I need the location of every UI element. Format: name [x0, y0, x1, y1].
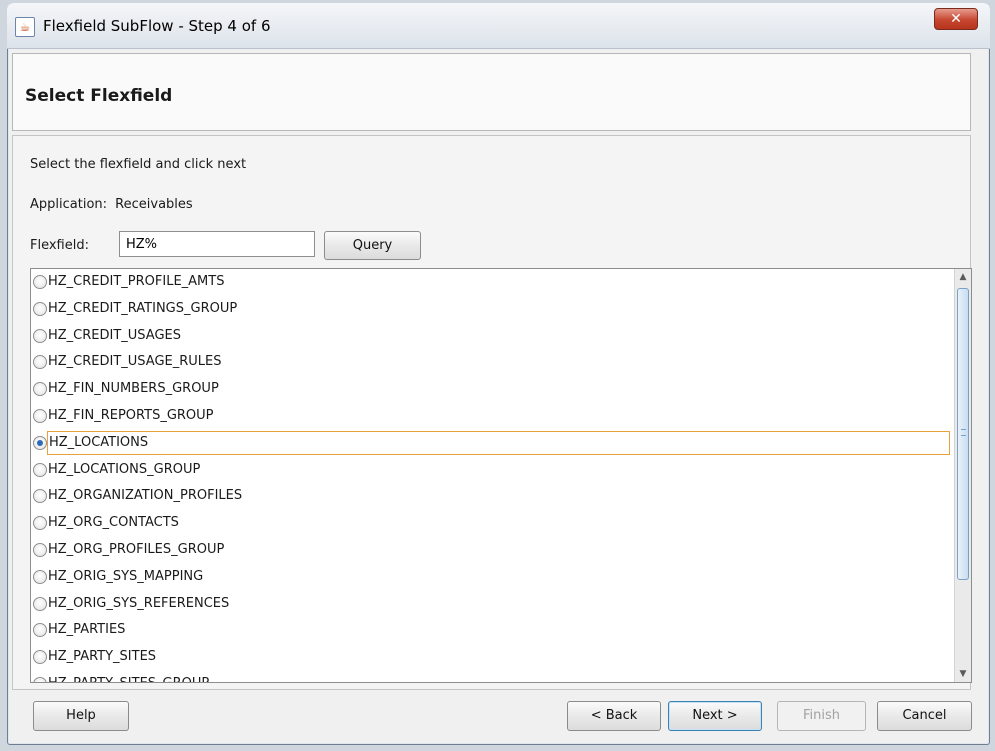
application-label: Application:	[30, 197, 108, 212]
list-item[interactable]: HZ_ORIG_SYS_MAPPING	[31, 564, 961, 590]
radio-button[interactable]	[33, 516, 47, 531]
close-icon: ✕	[950, 11, 962, 27]
flexfield-input[interactable]	[119, 231, 315, 257]
radio-button[interactable]	[33, 355, 47, 370]
list-item[interactable]: HZ_PARTIES	[31, 617, 961, 643]
application-info: Application: Receivables	[30, 197, 193, 212]
list-item-label: HZ_FIN_REPORTS_GROUP	[48, 408, 214, 423]
scroll-thumb[interactable]	[957, 288, 969, 580]
chevron-up-icon[interactable]: ▲	[955, 269, 971, 285]
scroll-grip-icon	[961, 429, 966, 436]
close-button[interactable]: ✕	[934, 8, 978, 30]
list-item-label: HZ_ORGANIZATION_PROFILES	[48, 488, 243, 504]
list-item-label: HZ_PARTY_SITES_GROUP	[48, 671, 209, 682]
cancel-button[interactable]: Cancel	[877, 701, 972, 731]
list-item-label: HZ_ORG_PROFILES_GROUP	[48, 542, 225, 557]
list-item[interactable]: HZ_CREDIT_PROFILE_AMTS	[31, 269, 961, 295]
list-item-label: HZ_FIN_NUMBERS_GROUP	[48, 381, 219, 397]
radio-button[interactable]	[33, 328, 47, 343]
list-item-label: HZ_CREDIT_PROFILE_AMTS	[48, 274, 225, 289]
title-bar: ☕ Flexfield SubFlow - Step 4 of 6 ✕	[7, 3, 990, 49]
application-value: Receivables	[115, 197, 193, 212]
list-item-label: HZ_PARTY_SITES	[48, 649, 157, 665]
list-item-label: HZ_LOCATIONS	[47, 430, 950, 455]
page-title: Select Flexfield	[25, 86, 173, 106]
list-item-label: HZ_ORG_CONTACTS	[48, 515, 179, 531]
radio-button[interactable]	[33, 435, 47, 450]
flexfield-label: Flexfield:	[30, 238, 89, 253]
radio-button[interactable]	[33, 569, 47, 584]
back-button[interactable]: < Back	[567, 701, 661, 731]
finish-button: Finish	[777, 701, 866, 731]
list-item[interactable]: HZ_FIN_REPORTS_GROUP	[31, 403, 961, 429]
vertical-scrollbar[interactable]: ▲ ▼	[954, 269, 971, 682]
help-button[interactable]: Help	[33, 701, 129, 731]
list-item-label: HZ_ORIG_SYS_MAPPING	[48, 568, 204, 584]
list-item[interactable]: HZ_ORG_CONTACTS	[31, 510, 961, 536]
list-item[interactable]: HZ_FIN_NUMBERS_GROUP	[31, 376, 961, 402]
list-item[interactable]: HZ_ORIG_SYS_REFERENCES	[31, 591, 961, 617]
java-cup-icon: ☕	[15, 17, 35, 37]
list-item[interactable]: HZ_PARTY_SITES	[31, 644, 961, 670]
radio-button[interactable]	[33, 301, 47, 316]
list-item[interactable]: HZ_LOCATIONS_GROUP	[31, 457, 961, 483]
radio-button[interactable]	[33, 462, 47, 477]
list-item-label: HZ_CREDIT_USAGE_RULES	[48, 354, 222, 370]
list-item[interactable]: HZ_ORG_PROFILES_GROUP	[31, 537, 961, 563]
list-item-label: HZ_PARTIES	[48, 622, 126, 638]
radio-button[interactable]	[33, 596, 47, 611]
list-item[interactable]: HZ_CREDIT_USAGES	[31, 323, 961, 349]
window-title: Flexfield SubFlow - Step 4 of 6	[43, 17, 271, 35]
radio-button[interactable]	[33, 623, 47, 638]
radio-button[interactable]	[33, 382, 47, 397]
list-item[interactable]: HZ_ORGANIZATION_PROFILES	[31, 483, 961, 509]
list-item-label: HZ_LOCATIONS_GROUP	[48, 461, 201, 477]
flexfield-list[interactable]: HZ_CREDIT_PROFILE_AMTS HZ_CREDIT_RATINGS_…	[30, 268, 972, 683]
radio-button[interactable]	[33, 543, 47, 557]
radio-button[interactable]	[33, 275, 47, 289]
next-button[interactable]: Next >	[668, 701, 762, 731]
radio-button[interactable]	[33, 650, 47, 665]
radio-button[interactable]	[33, 677, 47, 682]
list-item-label: HZ_ORIG_SYS_REFERENCES	[48, 595, 230, 611]
radio-button[interactable]	[33, 409, 47, 423]
list-item-label: HZ_CREDIT_USAGES	[48, 327, 182, 343]
chevron-down-icon[interactable]: ▼	[955, 666, 971, 682]
list-item[interactable]: HZ_LOCATIONS	[31, 430, 961, 456]
list-item[interactable]: HZ_CREDIT_USAGE_RULES	[31, 349, 961, 375]
list-item[interactable]: HZ_CREDIT_RATINGS_GROUP	[31, 296, 961, 322]
radio-button[interactable]	[33, 489, 47, 504]
instruction-text: Select the flexfield and click next	[30, 157, 247, 172]
list-item-label: HZ_CREDIT_RATINGS_GROUP	[48, 300, 238, 316]
query-button[interactable]: Query	[324, 231, 421, 260]
list-item[interactable]: HZ_PARTY_SITES_GROUP	[31, 671, 961, 682]
step-header: Select Flexfield	[12, 53, 971, 131]
